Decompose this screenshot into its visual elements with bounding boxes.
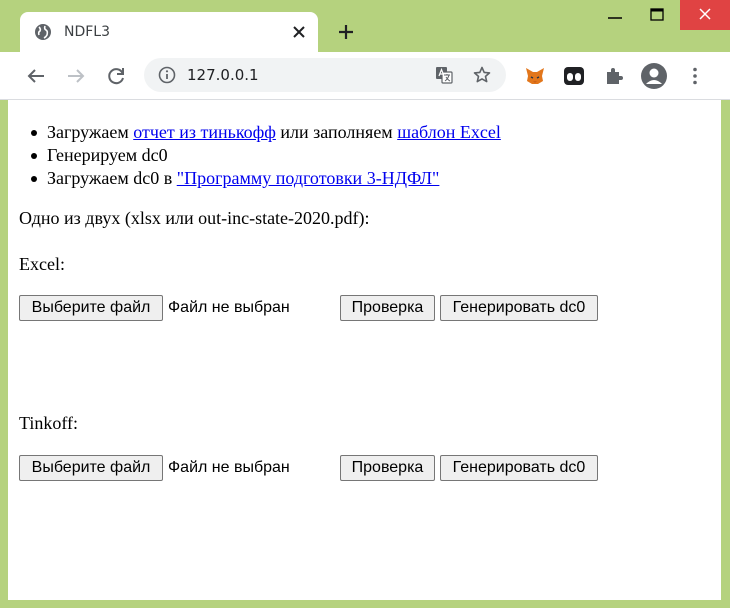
tinkoff-check-button[interactable]: Проверка bbox=[340, 455, 435, 481]
tinkoff-upload-row: Выберите файл Файл не выбран Проверка Ге… bbox=[19, 455, 619, 483]
address-bar[interactable]: 127.0.0.1 bbox=[144, 58, 506, 92]
extension-eyes-icon[interactable] bbox=[563, 65, 585, 87]
excel-file-status: Файл не выбран bbox=[168, 299, 290, 316]
tinkoff-report-link[interactable]: отчет из тинькофф bbox=[133, 122, 276, 142]
excel-template-link[interactable]: шаблон Excel bbox=[397, 122, 501, 142]
url-text: 127.0.0.1 bbox=[187, 66, 259, 84]
excel-generate-button[interactable]: Генерировать dc0 bbox=[440, 295, 598, 321]
close-icon[interactable] bbox=[290, 23, 308, 41]
tab-title: NDFL3 bbox=[64, 24, 111, 40]
step-text: Загружаем bbox=[47, 122, 134, 142]
plus-icon[interactable] bbox=[336, 22, 356, 42]
reload-icon[interactable] bbox=[105, 65, 127, 87]
profile-avatar-icon[interactable] bbox=[641, 63, 667, 89]
back-arrow-icon[interactable] bbox=[25, 65, 47, 87]
ndfl-program-link[interactable]: "Программу подготовки 3-НДФЛ" bbox=[177, 168, 440, 188]
excel-section-label: Excel: bbox=[19, 254, 65, 274]
translate-icon[interactable] bbox=[434, 65, 454, 85]
browser-window: NDFL3 127.0.0.1 Загружаем отчет из тиньк… bbox=[0, 0, 730, 608]
step-text: Загружаем dc0 в bbox=[47, 168, 177, 188]
tinkoff-file-status: Файл не выбран bbox=[168, 459, 290, 476]
browser-tab[interactable]: NDFL3 bbox=[20, 12, 318, 52]
globe-icon bbox=[35, 24, 51, 40]
extensions-puzzle-icon[interactable] bbox=[603, 65, 625, 87]
step-text: Генерируем dc0 bbox=[47, 145, 168, 165]
window-close-icon[interactable] bbox=[680, 0, 730, 30]
excel-upload-row: Выберите файл Файл не выбран Проверка Ге… bbox=[19, 295, 619, 323]
steps-list: Загружаем отчет из тинькофф или заполняе… bbox=[31, 122, 501, 191]
list-item: Загружаем dc0 в "Программу подготовки 3-… bbox=[31, 168, 501, 191]
window-border bbox=[0, 600, 730, 608]
browser-toolbar: 127.0.0.1 bbox=[0, 52, 730, 100]
excel-choose-file-button[interactable]: Выберите файл bbox=[19, 295, 163, 321]
info-icon[interactable] bbox=[158, 66, 176, 84]
forward-arrow-icon[interactable] bbox=[65, 65, 87, 87]
intro-text: Одно из двух (xlsx или out-inc-state-202… bbox=[19, 208, 370, 228]
tinkoff-section-label: Tinkoff: bbox=[19, 413, 79, 433]
tinkoff-generate-button[interactable]: Генерировать dc0 bbox=[440, 455, 598, 481]
list-item: Генерируем dc0 bbox=[31, 145, 501, 168]
tab-strip: NDFL3 bbox=[0, 0, 730, 52]
metamask-fox-icon[interactable] bbox=[524, 65, 546, 87]
maximize-icon[interactable] bbox=[634, 0, 680, 30]
minimize-icon[interactable] bbox=[596, 0, 634, 30]
menu-kebab-icon[interactable] bbox=[684, 65, 706, 87]
list-item: Загружаем отчет из тинькофф или заполняе… bbox=[31, 122, 501, 145]
page-content: Загружаем отчет из тинькофф или заполняе… bbox=[8, 100, 721, 600]
bookmark-star-icon[interactable] bbox=[472, 65, 492, 85]
step-text: или заполняем bbox=[275, 122, 398, 142]
tinkoff-choose-file-button[interactable]: Выберите файл bbox=[19, 455, 163, 481]
excel-check-button[interactable]: Проверка bbox=[340, 295, 435, 321]
